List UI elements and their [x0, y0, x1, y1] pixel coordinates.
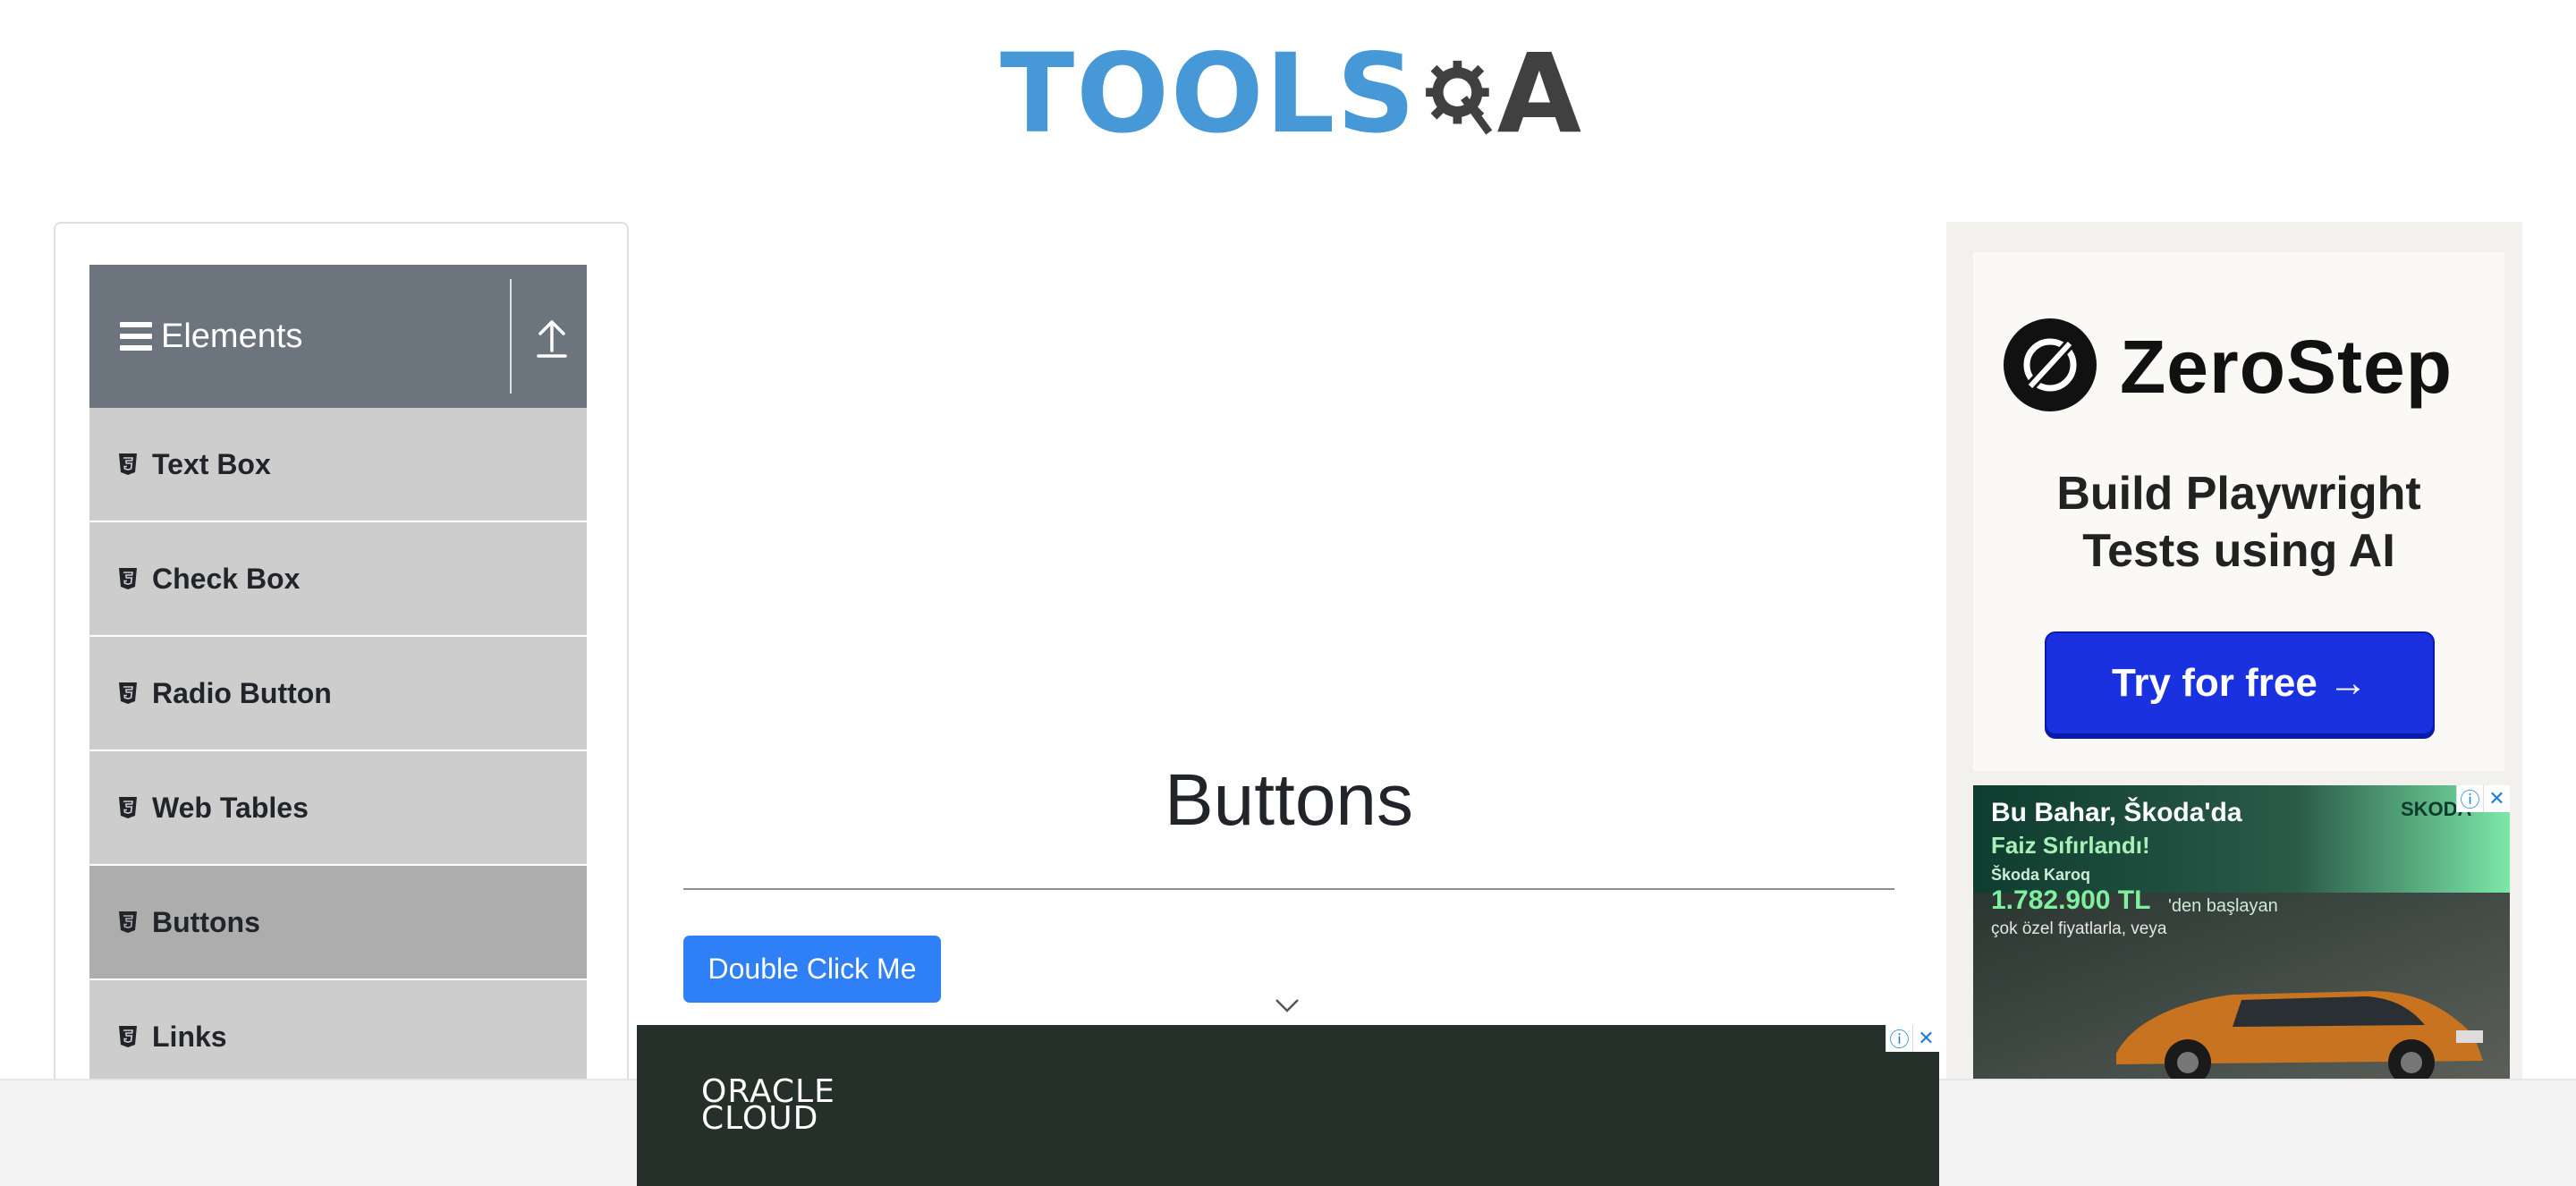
ad-choices: ⓘ ✕: [2456, 785, 2510, 812]
car-image: [2116, 991, 2483, 1080]
page: TOOLS A Elements Text Box Check Box Radi…: [0, 0, 2576, 1186]
skoda-note: çok özel fiyatlarla, veya: [1991, 919, 2167, 938]
sidebar-item-check-box[interactable]: Check Box: [89, 522, 587, 637]
try-for-free-button[interactable]: Try for free →: [2045, 631, 2435, 735]
menu-icon: [120, 322, 152, 351]
ad-close-icon[interactable]: ✕: [2483, 785, 2510, 812]
oracle-logo: ORACLE CLOUD: [701, 1076, 835, 1137]
page-title: Buttons: [1164, 759, 1414, 841]
toolsqa-logo[interactable]: TOOLS A: [1000, 27, 1581, 161]
sidebar-item-label: Check Box: [152, 562, 301, 595]
zerostep-tagline: Build Playwright Tests using AI: [1973, 465, 2504, 580]
logo-suffix: A: [1496, 30, 1581, 157]
ad-choices: ⓘ ✕: [1885, 1025, 1939, 1052]
title-divider: [683, 888, 1894, 890]
skoda-model: Škoda Karoq: [1991, 866, 2091, 884]
element-menu-list: Text Box Check Box Radio Button Web Tabl…: [89, 408, 587, 1095]
html5-icon: [119, 911, 137, 933]
sidebar-item-label: Buttons: [152, 905, 260, 938]
oracle-cloud-ad[interactable]: ORACLE CLOUD ⓘ ✕: [637, 1025, 1939, 1186]
sidebar-item-links[interactable]: Links: [89, 980, 587, 1095]
zerostep-name: ZeroStep: [2120, 325, 2453, 409]
elements-group-header[interactable]: Elements: [89, 265, 587, 408]
ad-info-icon[interactable]: ⓘ: [2456, 785, 2483, 812]
double-click-button[interactable]: Double Click Me: [683, 936, 941, 1003]
html5-icon: [119, 568, 137, 589]
sidebar-item-text-box[interactable]: Text Box: [89, 408, 587, 522]
html5-icon: [119, 797, 137, 818]
sidebar-item-label: Radio Button: [152, 676, 332, 709]
skoda-price: 1.782.900 TL: [1991, 885, 2151, 915]
skoda-headline: Bu Bahar, Škoda'da: [1991, 798, 2242, 827]
ad-info-icon[interactable]: ⓘ: [1885, 1025, 1912, 1052]
skoda-subhead: Faiz Sıfırlandı!: [1991, 832, 2150, 859]
skoda-ad[interactable]: Bu Bahar, Škoda'da Faiz Sıfırlandı! SKOD…: [1973, 785, 2510, 1080]
zerostep-logo-icon: [2004, 318, 2097, 411]
oracle-logo-line2: CLOUD: [701, 1100, 819, 1137]
zerostep-tagline-1: Build Playwright: [2056, 468, 2421, 520]
html5-icon: [119, 453, 137, 475]
sidebar-item-buttons[interactable]: Buttons: [89, 866, 587, 980]
sidebar-item-web-tables[interactable]: Web Tables: [89, 751, 587, 866]
gear-magnifier-icon: [1426, 60, 1493, 135]
sidebar-item-label: Links: [152, 1020, 227, 1053]
logo-text: TOOLS: [1000, 30, 1418, 157]
skoda-price-suffix: 'den başlayan: [2168, 896, 2278, 916]
group-title: Elements: [161, 317, 303, 355]
zerostep-tagline-2: Tests using AI: [2082, 525, 2395, 577]
sidebar-item-label: Web Tables: [152, 791, 309, 824]
sidebar-item-radio-button[interactable]: Radio Button: [89, 637, 587, 751]
chevron-down-icon[interactable]: [1274, 996, 1301, 1014]
ad-close-icon[interactable]: ✕: [1912, 1025, 1939, 1052]
sidebar-item-label: Text Box: [152, 447, 271, 480]
html5-icon: [119, 682, 137, 704]
collapse-up-icon[interactable]: [528, 309, 576, 363]
html5-icon: [119, 1026, 137, 1047]
group-divider: [510, 279, 512, 394]
